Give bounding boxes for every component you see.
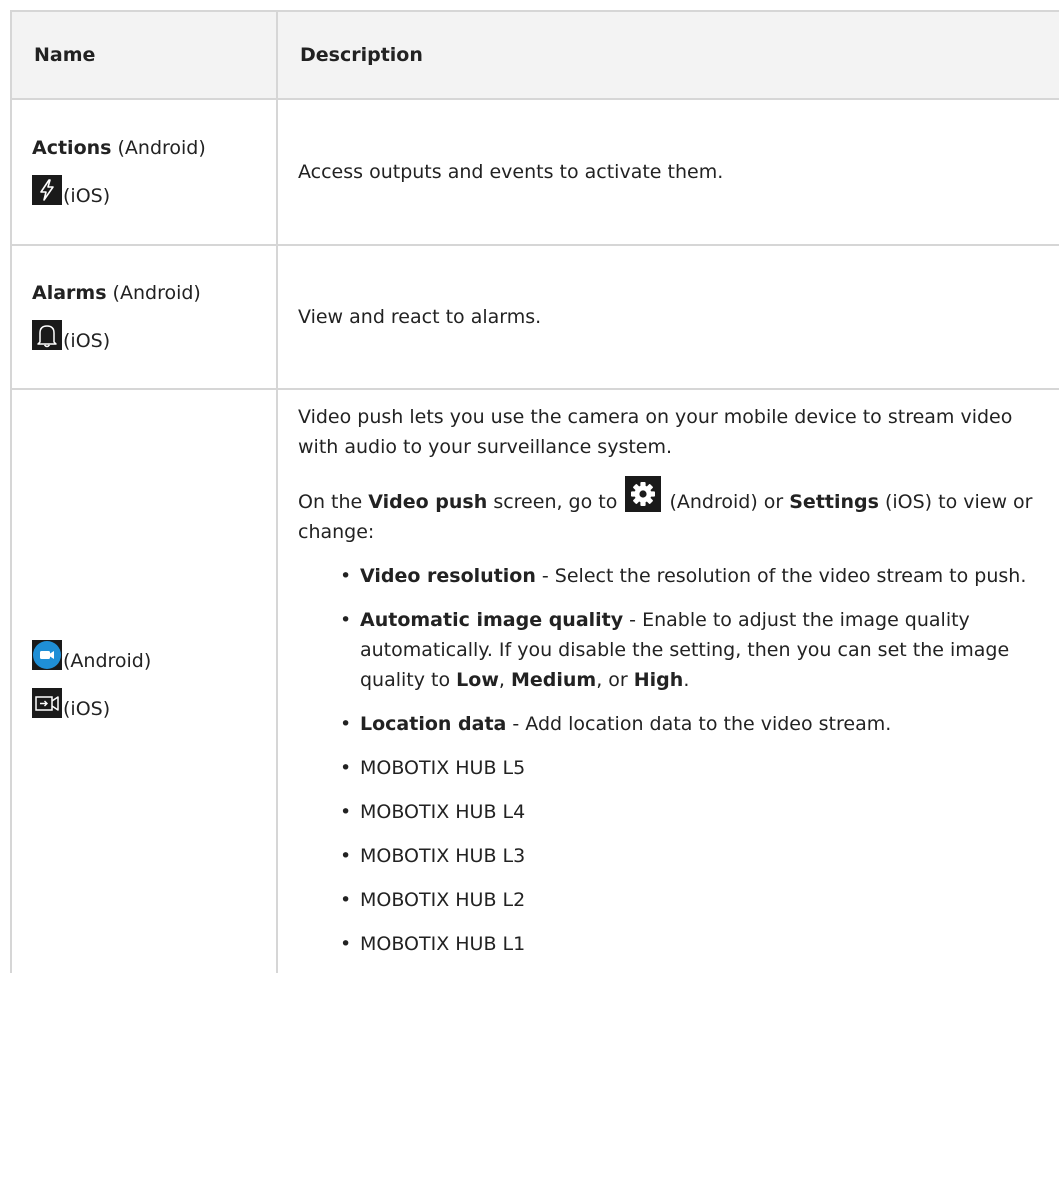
table-row: (Android) (iOS) Video push lets you use … <box>10 388 1059 973</box>
settings-instructions: On the Video push screen, go to (Android… <box>298 476 1048 547</box>
name-cell: Actions (Android) (iOS) <box>10 98 278 246</box>
name-cell: (Android) (iOS) <box>10 388 278 973</box>
description-text: Access outputs and events to activate th… <box>298 161 724 183</box>
table-row: Actions (Android) (iOS) Access outputs a… <box>10 98 1059 246</box>
video-push-icon <box>32 687 62 718</box>
table-header-row: Name Description <box>10 10 1059 100</box>
table-row: Alarms (Android) (iOS) View and react to… <box>10 244 1059 390</box>
bell-icon <box>32 320 62 350</box>
list-item: Video resolution - Select the resolution… <box>340 561 1048 591</box>
name-cell: Alarms (Android) (iOS) <box>10 244 278 390</box>
feature-name: Alarms <box>32 282 107 304</box>
list-item: MOBOTIX HUB L4 <box>340 797 1048 827</box>
gear-icon <box>625 476 662 512</box>
settings-list: Video resolution - Select the resolution… <box>298 561 1048 959</box>
video-push-intro: Video push lets you use the camera on yo… <box>298 406 1013 458</box>
description-cell: Access outputs and events to activate th… <box>276 98 1059 246</box>
description-text: View and react to alarms. <box>298 306 542 328</box>
list-item: Automatic image quality - Enable to adju… <box>340 605 1048 695</box>
video-camera-icon <box>32 639 62 670</box>
lightning-bolt-icon <box>32 175 62 205</box>
header-description: Description <box>276 10 1059 100</box>
list-item: MOBOTIX HUB L5 <box>340 753 1048 783</box>
list-item: MOBOTIX HUB L3 <box>340 841 1048 871</box>
description-cell: View and react to alarms. <box>276 244 1059 390</box>
feature-name: Actions <box>32 137 112 159</box>
list-item: MOBOTIX HUB L2 <box>340 885 1048 915</box>
features-table: Name Description Actions (Android) (iOS)… <box>10 10 1059 973</box>
header-name: Name <box>10 10 278 100</box>
description-cell: Video push lets you use the camera on yo… <box>276 388 1059 973</box>
list-item: MOBOTIX HUB L1 <box>340 929 1048 959</box>
list-item: Location data - Add location data to the… <box>340 709 1048 739</box>
